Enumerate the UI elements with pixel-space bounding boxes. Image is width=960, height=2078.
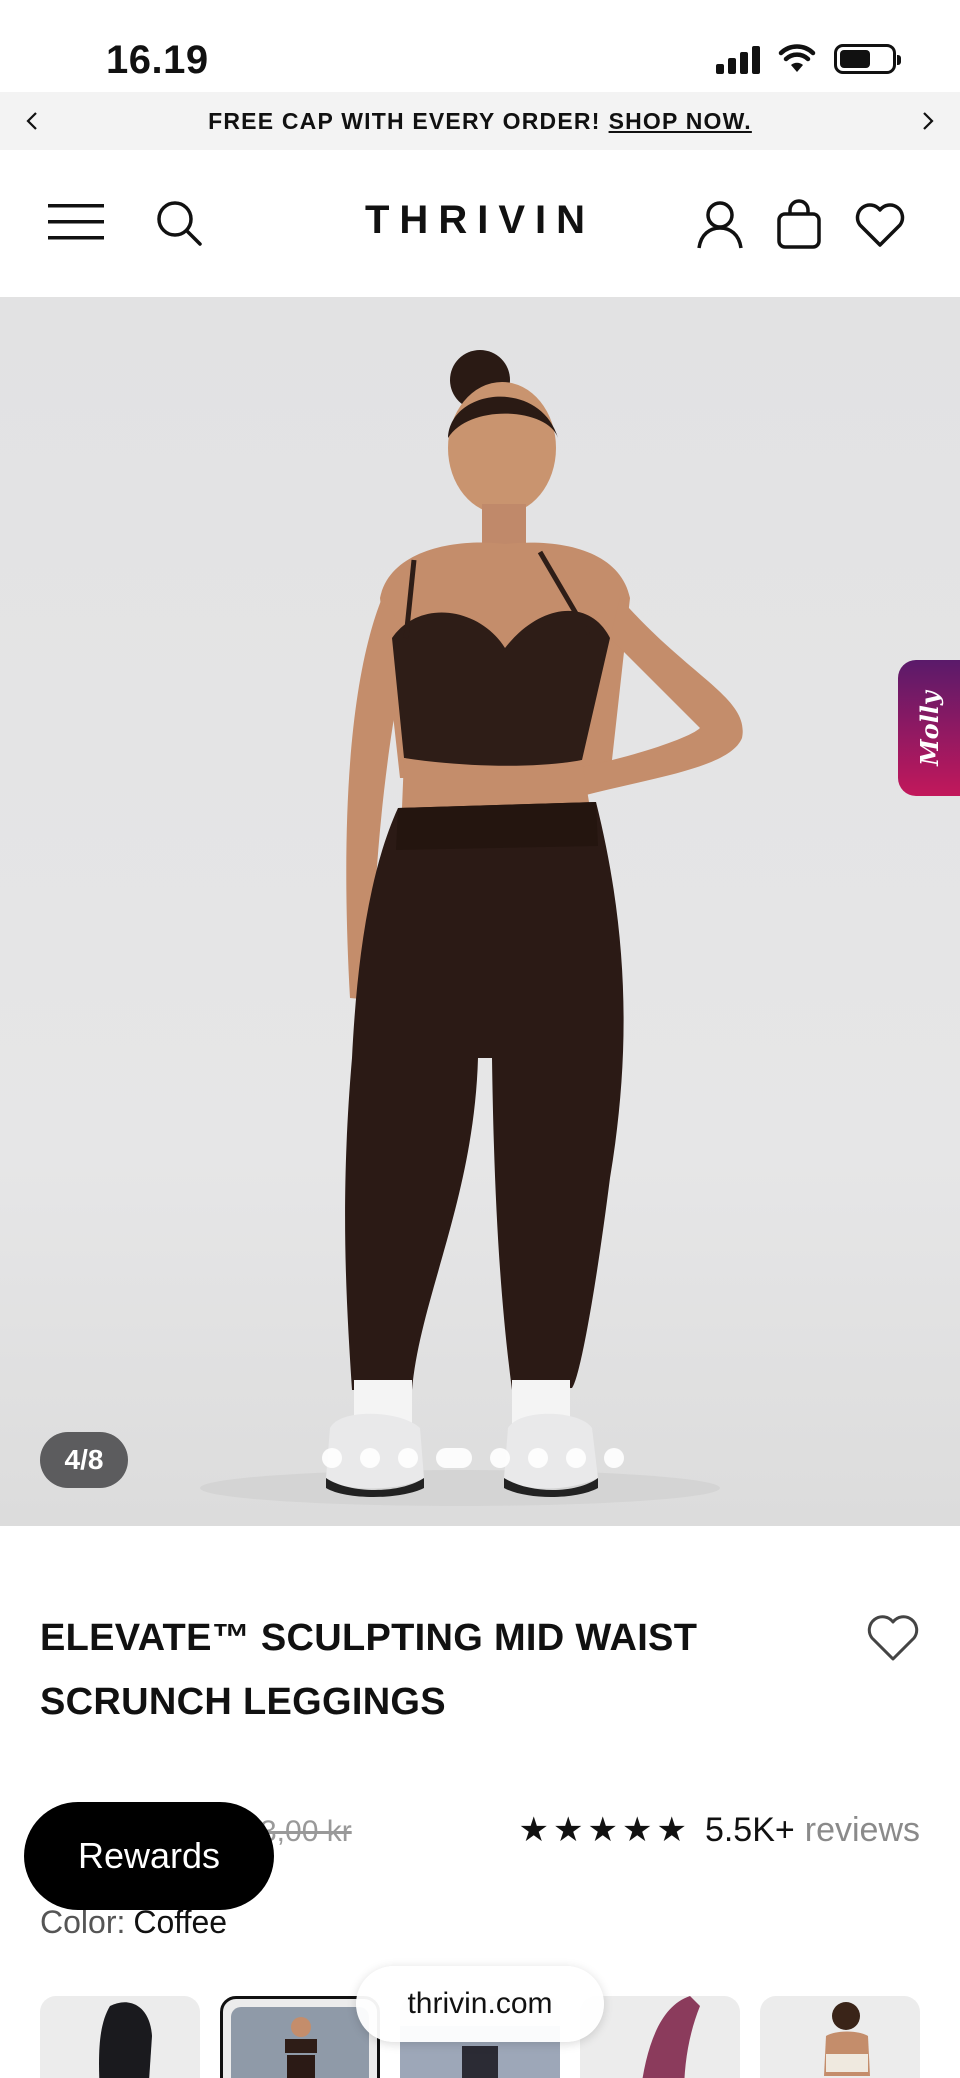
announcement-bar: FREE CAP WITH EVERY ORDER! SHOP NOW. [0,92,960,150]
pagination-dot-active[interactable] [436,1448,472,1468]
rewards-button[interactable]: Rewards [24,1802,274,1910]
pagination-dot[interactable] [490,1448,510,1468]
pagination-dot[interactable] [566,1448,586,1468]
color-swatch[interactable] [40,1996,200,2078]
shop-now-link[interactable]: SHOP NOW. [609,108,752,135]
product-image-gallery[interactable]: Molly 4/8 [0,298,960,1526]
molly-label: Molly [914,690,944,766]
review-count: 5.5K+ [704,1810,795,1849]
reviews-label: reviews [804,1810,920,1849]
chevron-left-icon[interactable] [18,106,48,136]
status-time: 16.19 [106,38,209,82]
product-title-line-2: SCRUNCH LEGGINGS [40,1681,446,1723]
pagination-dot[interactable] [398,1448,418,1468]
add-to-wishlist-heart-icon[interactable] [866,1614,920,1662]
product-title-line-1: ELEVATE™ SCULPTING MID WAIST [40,1617,698,1659]
pagination-dot[interactable] [528,1448,548,1468]
swatch-image [231,2007,369,2078]
swatch-image [642,1996,700,2078]
color-swatch[interactable] [760,1996,920,2078]
shopping-bag-icon[interactable] [776,198,822,250]
product-photo [200,350,743,1506]
image-counter: 4/8 [40,1432,128,1488]
molly-chat-widget[interactable]: Molly [898,660,960,796]
rating-stars-icon: ★★★★★ [518,1811,691,1849]
pagination-dot[interactable] [360,1448,380,1468]
status-icons [716,44,901,74]
site-header: THRIVIN [0,150,960,298]
wishlist-heart-icon[interactable] [854,202,906,248]
product-rating[interactable]: ★★★★★ 5.5K+ reviews [519,1810,920,1850]
gallery-pagination [322,1448,624,1468]
swatch-image [824,2002,870,2076]
product-title: ELEVATE™ SCULPTING MID WAIST SCRUNCH LEG… [40,1606,820,1734]
color-swatch[interactable] [580,1996,740,2078]
account-icon[interactable] [696,200,744,250]
wifi-icon [778,44,816,72]
original-price: 3,00 kr [260,1815,352,1848]
signal-icon [716,44,760,74]
pagination-dot[interactable] [322,1448,342,1468]
swatch-image [99,2002,152,2078]
battery-icon [834,44,901,74]
status-bar: 16.19 [0,0,960,92]
browser-url-bar[interactable]: thrivin.com [356,1966,604,2042]
announcement-text: FREE CAP WITH EVERY ORDER! [208,107,601,134]
pagination-dot[interactable] [604,1448,624,1468]
chevron-right-icon[interactable] [912,106,942,136]
